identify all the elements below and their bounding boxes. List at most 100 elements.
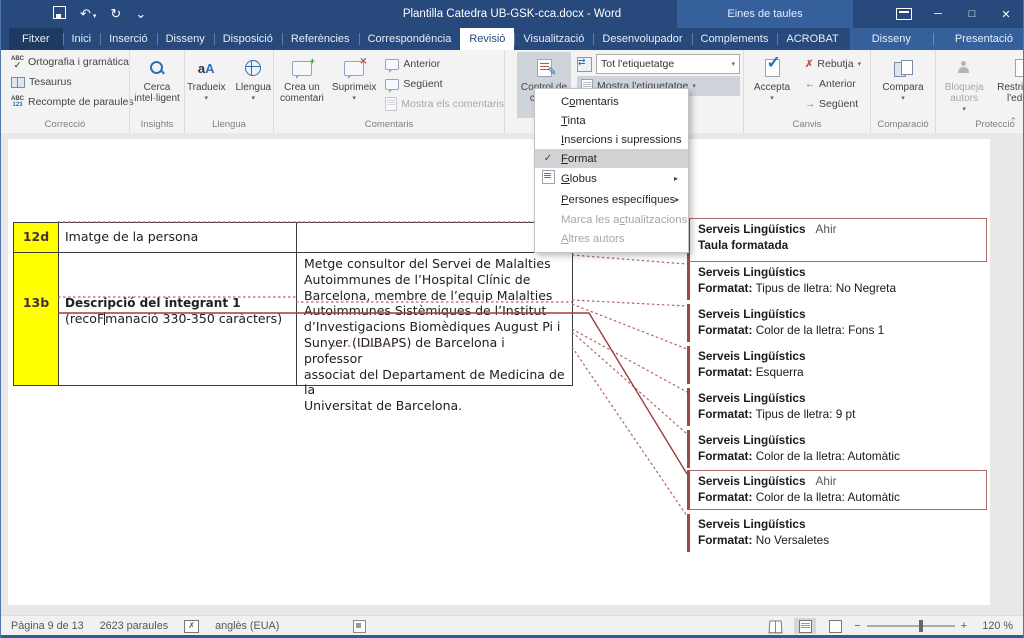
reject-button[interactable]: ✗ Rebutja ▾: [801, 54, 865, 74]
delete-comment-icon: ✕: [344, 61, 364, 76]
table-cell-label-12d[interactable]: Imatge de la persona: [59, 223, 297, 253]
field-note-pre: (recoF: [65, 311, 104, 326]
minimize-button[interactable]: ─: [921, 0, 955, 28]
translate-button[interactable]: aA Tradueix ▾: [184, 52, 229, 118]
menu-item-format[interactable]: ✓ Format: [535, 149, 688, 168]
compare-icon: [894, 60, 912, 76]
tab-desenvolupador[interactable]: Desenvolupador: [593, 28, 691, 50]
menu-item-insercions[interactable]: Insercions i supressions: [535, 130, 688, 149]
word-count-button[interactable]: ABC123 Recompte de paraules: [7, 92, 126, 112]
tab-referencies[interactable]: Referències: [282, 28, 359, 50]
block-authors-button: Bloqueja autors ▾: [939, 52, 989, 118]
table-cell-empty[interactable]: [297, 223, 573, 253]
ribbon-tab-bar: Fitxer Inici Inserció Disseny Disposició…: [1, 28, 1023, 50]
language-button[interactable]: Llengua ▾: [232, 52, 274, 118]
next-change-button[interactable]: → Següent: [801, 94, 865, 114]
group-insights: Cerca intel·ligent Insights: [129, 50, 184, 133]
display-for-review-combobox[interactable]: Tot l'etiquetatge ▾: [596, 54, 740, 74]
group-label: Correcció: [1, 119, 129, 130]
reject-icon: ✗: [805, 59, 813, 70]
group-correccio: ABC✓ Ortografia i gramàtica Tesaurus ABC…: [1, 50, 129, 133]
zoom-slider-thumb[interactable]: [919, 620, 923, 632]
table-cell-label-13b[interactable]: Descripció del integrant 1 (recoFmanació…: [59, 253, 297, 386]
zoom-in-icon[interactable]: +: [961, 620, 967, 632]
customize-qat-icon[interactable]: ⌄: [135, 6, 146, 22]
save-icon[interactable]: [53, 6, 66, 22]
balloon-format-label: Formatat:: [698, 490, 752, 504]
menu-item-comentaris[interactable]: Comentaris: [535, 92, 688, 111]
menu-item-tinta[interactable]: Tinta: [535, 111, 688, 130]
tab-disposicio[interactable]: Disposició: [214, 28, 282, 50]
table-cell-description[interactable]: Metge consultor del Servei de Malalties …: [297, 253, 573, 386]
group-label: Comparació: [871, 119, 935, 130]
table-cell-id-12d[interactable]: 12d: [14, 223, 59, 253]
maximize-button[interactable]: □: [955, 0, 989, 28]
balloon-text: Color de la lletra: Fons 1: [756, 323, 885, 337]
markup-balloon[interactable]: Serveis LingüísticsAhir Taula formatada: [687, 218, 987, 262]
compare-button[interactable]: Compara ▾: [879, 52, 926, 118]
new-comment-button[interactable]: + Crea un comentari: [277, 52, 327, 118]
zoom-out-icon[interactable]: −: [854, 620, 860, 632]
block-authors-icon: [957, 61, 971, 75]
tab-inici[interactable]: Inici: [63, 28, 101, 50]
zoom-slider[interactable]: − +: [854, 620, 967, 632]
zoom-slider-track[interactable]: [867, 625, 955, 627]
group-comparacio: Compara ▾ Comparació: [870, 50, 935, 133]
markup-balloon[interactable]: Serveis Lingüístics Formatat: Color de l…: [687, 430, 987, 468]
ribbon: ABC✓ Ortografia i gramàtica Tesaurus ABC…: [1, 50, 1023, 134]
undo-dropdown-icon[interactable]: ▾: [93, 13, 97, 20]
delete-comment-button[interactable]: ✕ Suprimeix ▾: [329, 52, 379, 118]
markup-balloon[interactable]: Serveis Lingüístics Formatat: Color de l…: [687, 304, 987, 342]
tab-complements[interactable]: Complements: [692, 28, 778, 50]
balloon-time: Ahir: [816, 222, 837, 236]
tab-insercio[interactable]: Inserció: [100, 28, 157, 50]
tab-table-presentacio[interactable]: Presentació: [933, 28, 1024, 50]
tab-revisio[interactable]: Revisió: [460, 28, 514, 50]
tab-visualitzacio[interactable]: Visualització: [514, 28, 593, 50]
read-mode-button[interactable]: [764, 618, 786, 634]
combobox-dropdown-icon[interactable]: ▾: [731, 60, 735, 68]
tab-table-disseny[interactable]: Disseny: [850, 28, 933, 50]
menu-item-persones[interactable]: Persones específiques ▸: [535, 189, 688, 210]
track-changes-icon: ✎: [537, 59, 552, 77]
tab-correspondencia[interactable]: Correspondència: [359, 28, 461, 50]
previous-change-button[interactable]: ← Anterior: [801, 74, 865, 94]
redo-icon[interactable]: ↻: [110, 6, 121, 22]
markup-balloon[interactable]: Serveis Lingüístics Formatat: Tipus de l…: [687, 388, 987, 426]
markup-balloon[interactable]: Serveis Lingüístics Formatat: Esquerra: [687, 346, 987, 384]
proofing-errors-icon[interactable]: ✗: [184, 620, 199, 633]
spellcheck-icon: ABC✓: [11, 56, 24, 68]
next-comment-button[interactable]: Següent: [381, 74, 508, 94]
collapse-ribbon-icon[interactable]: ⌃: [1009, 116, 1017, 127]
tab-disseny[interactable]: Disseny: [157, 28, 214, 50]
table-cell-id-13b[interactable]: 13b: [14, 253, 59, 386]
word-count-indicator[interactable]: 2623 paraules: [100, 620, 168, 632]
markup-balloon-selected[interactable]: Serveis LingüísticsAhir Formatat: Color …: [687, 470, 987, 510]
language-indicator[interactable]: anglès (EUA): [215, 620, 279, 632]
ribbon-display-options-button[interactable]: [887, 0, 921, 28]
undo-icon[interactable]: ↶▾: [80, 6, 96, 22]
table-tools-header: Eines de taules: [677, 0, 853, 28]
markup-balloon[interactable]: Serveis Lingüístics Formatat: Tipus de l…: [687, 262, 987, 300]
field-note-post: manació 330-350 caràcters): [105, 311, 282, 326]
smart-lookup-button[interactable]: Cerca intel·ligent: [131, 52, 183, 118]
close-button[interactable]: ✕: [989, 0, 1023, 28]
tab-fitxer[interactable]: Fitxer: [9, 28, 63, 50]
zoom-percentage[interactable]: 120 %: [975, 620, 1013, 632]
spelling-grammar-button[interactable]: ABC✓ Ortografia i gramàtica: [7, 52, 126, 72]
web-layout-button[interactable]: [824, 618, 846, 634]
window-title: Plantilla Catedra UB-GSK-cca.docx - Word: [1, 0, 1023, 28]
tab-acrobat[interactable]: ACROBAT: [777, 28, 847, 50]
macro-recording-icon[interactable]: [353, 620, 366, 633]
markup-balloon[interactable]: Serveis Lingüístics Formatat: No Versale…: [687, 514, 987, 552]
magnifier-icon: [149, 60, 165, 76]
thesaurus-button[interactable]: Tesaurus: [7, 72, 126, 92]
next-comment-icon: [385, 79, 399, 90]
page-indicator[interactable]: Pàgina 9 de 13: [11, 620, 84, 632]
previous-comment-button[interactable]: Anterior: [381, 54, 508, 74]
field-title: Descripció del integrant 1: [65, 296, 241, 310]
print-layout-button[interactable]: [794, 618, 816, 634]
restrict-editing-button[interactable]: Restringeix l'edició: [993, 52, 1024, 118]
menu-item-globus[interactable]: Globus ▸: [535, 168, 688, 189]
accept-button[interactable]: ✓ Accepta ▾: [747, 52, 797, 118]
